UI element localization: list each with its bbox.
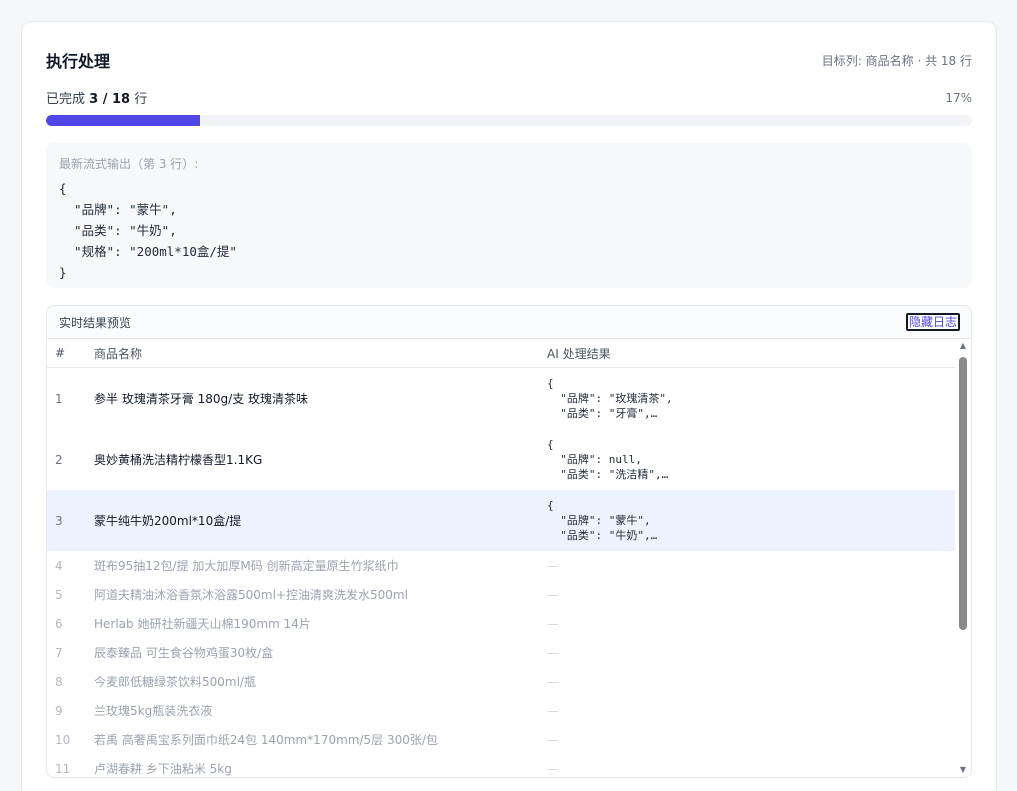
table-row[interactable]: 5 阿道夫精油沐浴香氛沐浴露500ml+控油清爽洗发水500ml — — [47, 580, 971, 609]
page-title: 执行处理 — [46, 52, 111, 71]
hide-log-button[interactable]: 隐藏日志 — [905, 313, 960, 331]
table-row[interactable]: 6 Herlab 她研社新疆天山棉190mm 14片 — — [47, 609, 971, 638]
table-header: # 商品名称 AI 处理结果 — [47, 339, 971, 368]
table-row[interactable]: 7 辰泰臻品 可生食谷物鸡蛋30枚/盒 — — [47, 638, 971, 667]
product-name: 阿道夫精油沐浴香氛沐浴露500ml+控油清爽洗发水500ml — [94, 588, 408, 602]
product-name: 辰泰臻品 可生食谷物鸡蛋30枚/盒 — [94, 646, 274, 660]
ai-result: — — [547, 674, 559, 689]
product-name: Herlab 她研社新疆天山棉190mm 14片 — [94, 617, 311, 631]
table-row[interactable]: 9 兰玫瑰5kg瓶装洗衣液 — — [47, 696, 971, 725]
row-number: 10 — [55, 732, 71, 747]
results-table[interactable]: # 商品名称 AI 处理结果 1 参半 玫瑰清茶牙膏 180g/支 玫瑰清茶味 { … — [47, 339, 971, 777]
row-number: 9 — [55, 703, 63, 718]
vertical-scrollbar[interactable]: ▲ ▼ — [955, 339, 971, 777]
product-name: 卢湖春耕 乡下油粘米 5kg — [94, 762, 232, 776]
progress-label-suffix: 行 — [134, 92, 148, 107]
progress-bar-fill — [46, 115, 201, 126]
table-body: 1 参半 玫瑰清茶牙膏 180g/支 玫瑰清茶味 { "品牌": "玫瑰清茶", "… — [47, 368, 971, 777]
progress-label-prefix: 已完成 — [46, 92, 86, 107]
ai-result: — — [547, 761, 559, 776]
header: 执行处理 目标列: 商品名称 · 共 18 行 — [46, 48, 972, 72]
row-number: 1 — [55, 391, 63, 406]
row-number: 2 — [55, 452, 63, 467]
table-row[interactable]: 2 奥妙黄桶洗洁精柠檬香型1.1KG { "品牌": null, "品类": "洗洁… — [47, 429, 971, 490]
result-preview-title: 实时结果预览 — [59, 315, 132, 330]
target-info: 目标列: 商品名称 · 共 18 行 — [821, 53, 972, 68]
table-row[interactable]: 4 斑布95抽12包/提 加大加厚M码 创新高定量原生竹浆纸巾 — — [47, 551, 971, 580]
product-name: 奥妙黄桶洗洁精柠檬香型1.1KG — [94, 453, 263, 467]
row-number: 8 — [55, 674, 63, 689]
ai-result: — — [547, 616, 559, 631]
progress-label: 已完成 3 / 18 行 — [46, 88, 147, 107]
progress-bar — [46, 115, 972, 126]
scrollbar-thumb[interactable] — [959, 357, 967, 630]
row-number: 5 — [55, 587, 63, 602]
table-row[interactable]: 11 卢湖春耕 乡下油粘米 5kg — — [47, 754, 971, 777]
scroll-up-arrow-icon[interactable]: ▲ — [958, 341, 968, 351]
ai-result: { "品牌": "蒙牛", "品类": "牛奶",… — [547, 499, 658, 542]
ai-result: { "品牌": null, "品类": "洗洁精",… — [547, 438, 669, 481]
product-name: 今麦郎低糖绿茶饮料500ml/瓶 — [94, 675, 256, 689]
table-row[interactable]: 8 今麦郎低糖绿茶饮料500ml/瓶 — — [47, 667, 971, 696]
row-number: 11 — [55, 761, 71, 776]
row-number: 3 — [55, 513, 63, 528]
row-number: 4 — [55, 558, 63, 573]
product-name: 斑布95抽12包/提 加大加厚M码 创新高定量原生竹浆纸巾 — [94, 559, 399, 573]
product-name: 若禹 高奢禹宝系列面巾纸24包 140mm*170mm/5层 300张/包 — [94, 733, 438, 747]
progress-row: 已完成 3 / 18 行 17% — [46, 88, 972, 108]
product-name: 兰玫瑰5kg瓶装洗衣液 — [94, 704, 213, 718]
ai-result: — — [547, 558, 559, 573]
row-number: 7 — [55, 645, 63, 660]
row-number: 6 — [55, 616, 63, 631]
ai-result: — — [547, 703, 559, 718]
progress-percent: 17% — [945, 90, 972, 105]
stream-output-code: { "品牌": "蒙牛", "品类": "牛奶", "规格": "200ml*1… — [59, 181, 237, 280]
stream-output-title: 最新流式输出（第 3 行）: — [59, 157, 199, 171]
ai-result: { "品牌": "玫瑰清茶", "品类": "牙膏",… — [547, 377, 673, 420]
table-row[interactable]: 10 若禹 高奢禹宝系列面巾纸24包 140mm*170mm/5层 300张/包 — — [47, 725, 971, 754]
column-header-number: # — [55, 346, 66, 360]
progress-count: 3 / 18 — [89, 92, 131, 107]
ai-result: — — [547, 587, 559, 602]
result-preview-panel: 实时结果预览 隐藏日志 # 商品名称 AI 处理结果 1 参半 玫瑰清茶牙膏 18… — [46, 305, 972, 778]
column-header-ai-result: AI 处理结果 — [547, 346, 611, 361]
table-row[interactable]: 1 参半 玫瑰清茶牙膏 180g/支 玫瑰清茶味 { "品牌": "玫瑰清茶", "… — [47, 368, 971, 429]
scroll-down-arrow-icon[interactable]: ▼ — [958, 765, 968, 775]
product-name: 参半 玫瑰清茶牙膏 180g/支 玫瑰清茶味 — [94, 392, 309, 406]
product-name: 蒙牛纯牛奶200ml*10盒/提 — [94, 514, 242, 528]
stream-output-panel: 最新流式输出（第 3 行）: { "品牌": "蒙牛", "品类": "牛奶",… — [46, 143, 972, 288]
processing-card: 执行处理 目标列: 商品名称 · 共 18 行 已完成 3 / 18 行 17%… — [21, 21, 997, 791]
ai-result: — — [547, 732, 559, 747]
result-preview-header: 实时结果预览 隐藏日志 — [47, 306, 971, 339]
ai-result: — — [547, 645, 559, 660]
column-header-name: 商品名称 — [94, 346, 143, 361]
table-row[interactable]: 3 蒙牛纯牛奶200ml*10盒/提 { "品牌": "蒙牛", "品类": "牛奶… — [47, 490, 971, 551]
